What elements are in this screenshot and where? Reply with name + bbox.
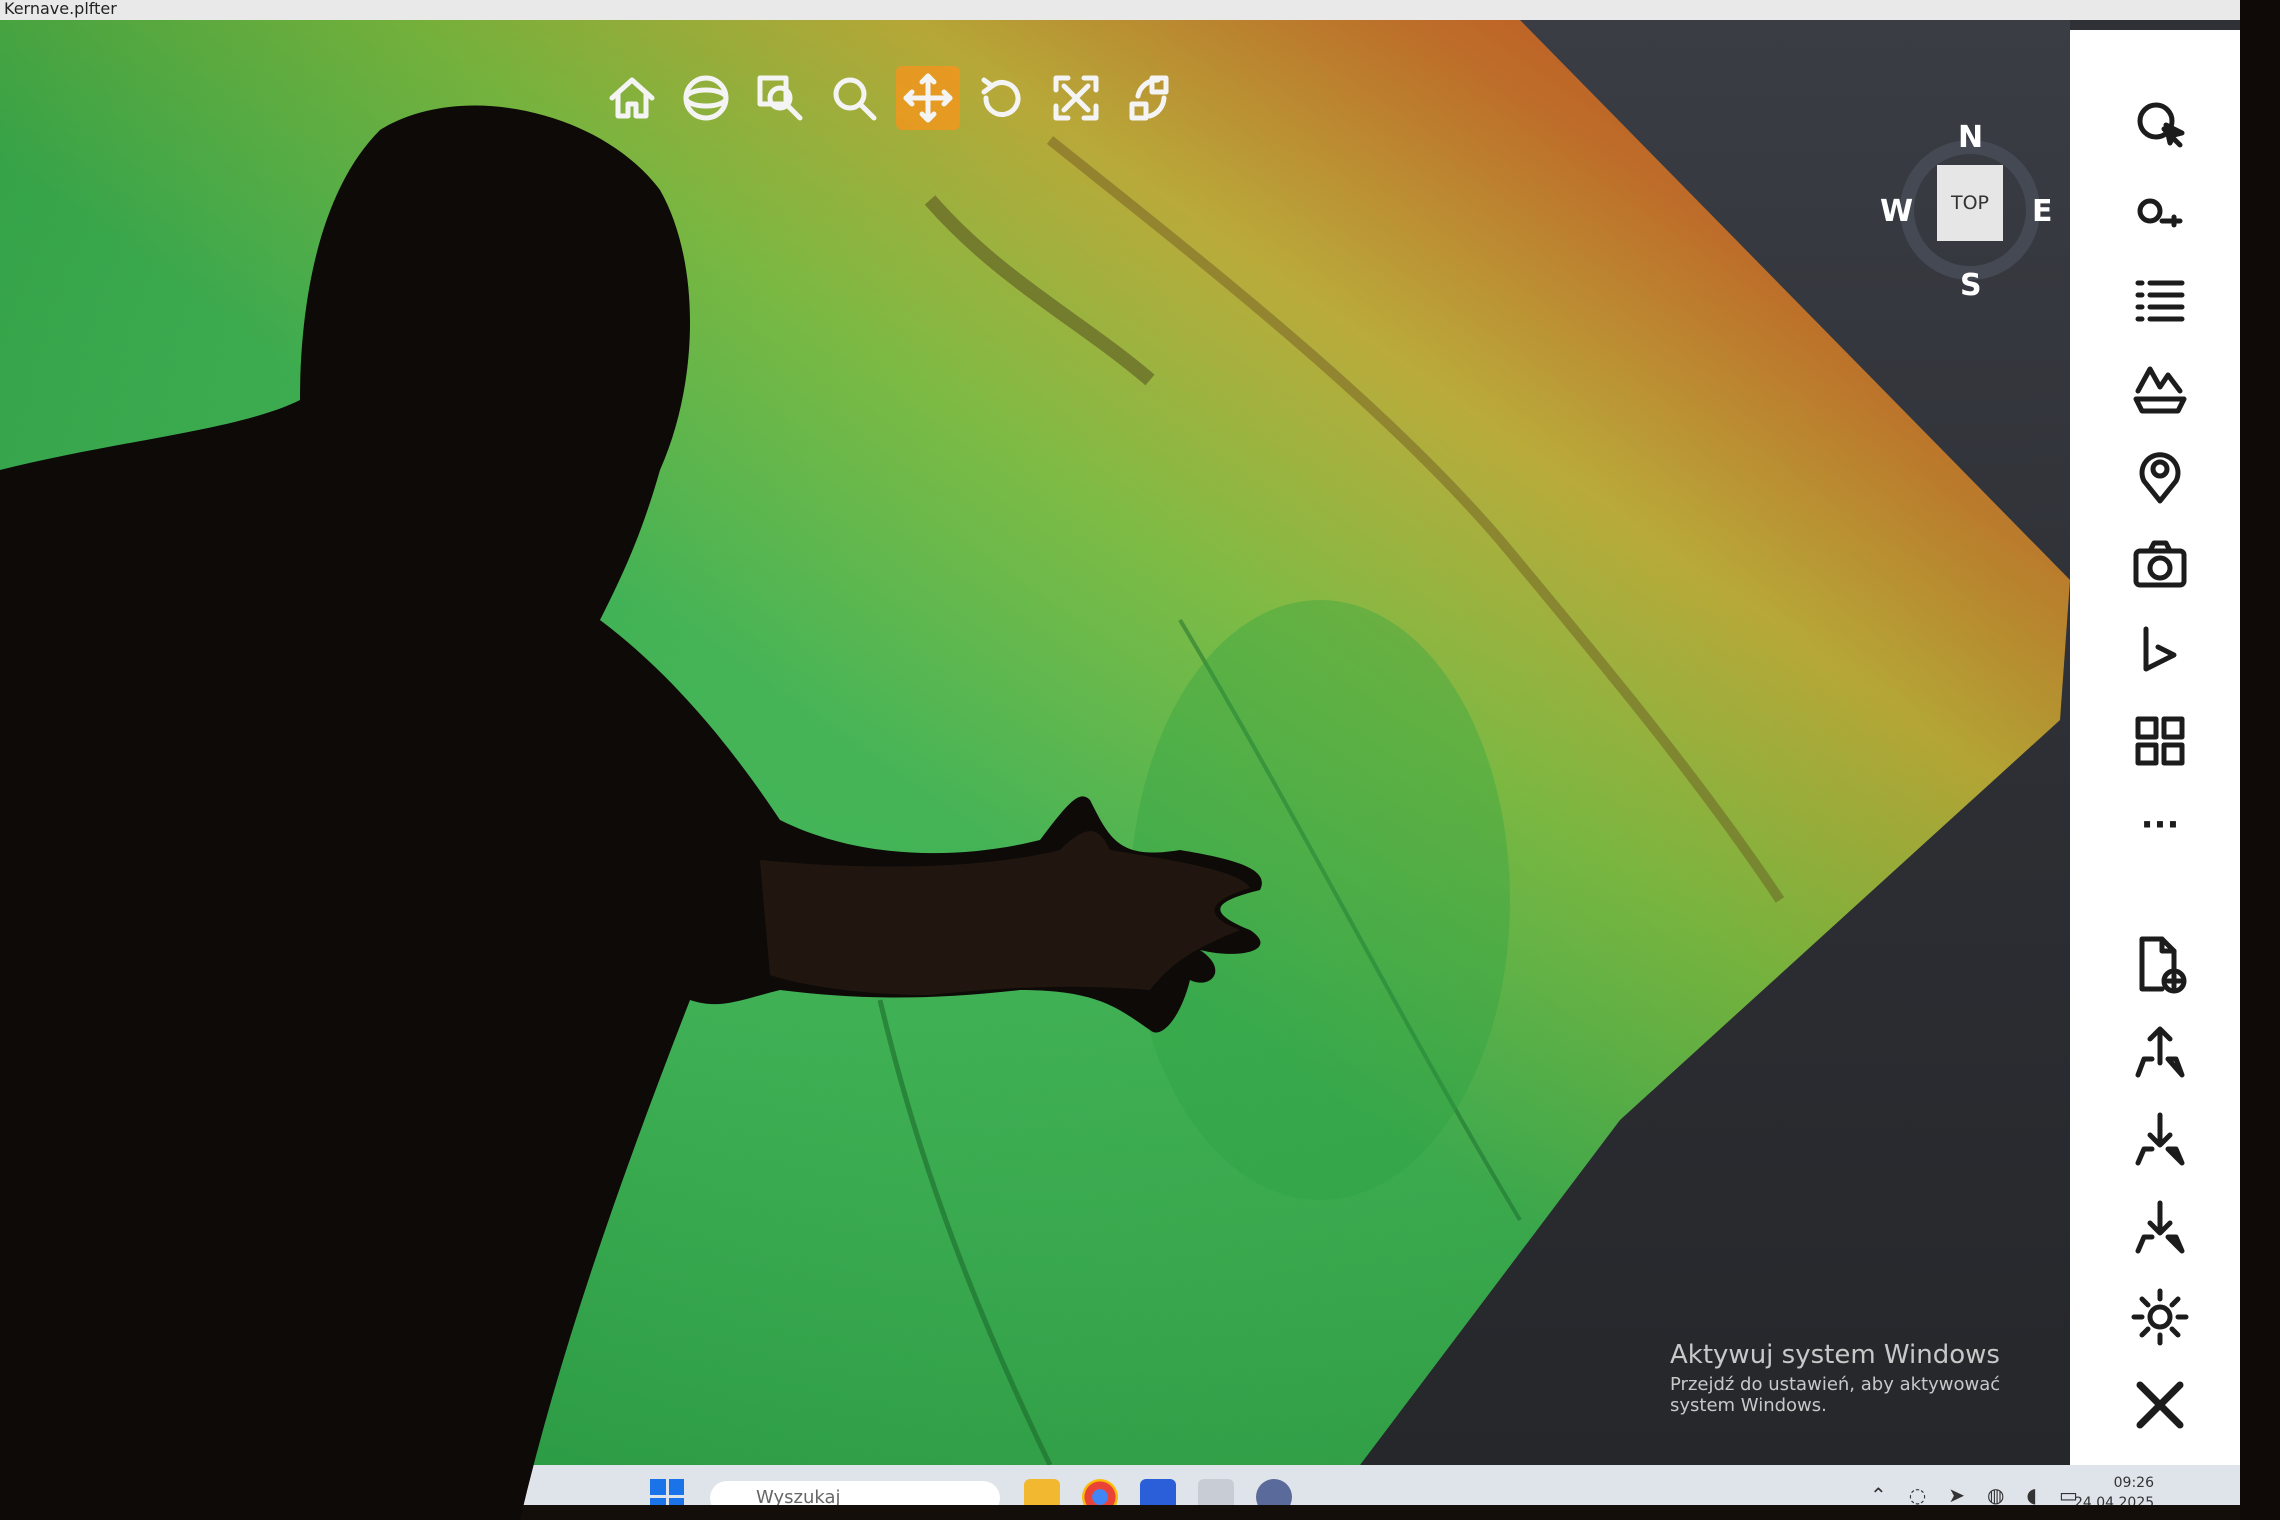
bing-maps-button[interactable] — [2125, 618, 2195, 688]
taskbar-search[interactable]: Wyszukaj — [710, 1481, 1000, 1505]
rotate-button[interactable] — [970, 66, 1034, 130]
clock-date: 24.04.2025 — [2074, 1495, 2155, 1505]
fit-all-button[interactable] — [1044, 66, 1108, 130]
home-icon — [609, 77, 655, 119]
globe-icon[interactable]: ◍ — [1987, 1483, 2004, 1505]
system-tray: ⌃ ◌ ➤ ◍ ◖ ▭ — [1870, 1483, 2078, 1505]
photo-frame: Kernave.plfter TOP N S E W Aktywuj syste… — [0, 0, 2280, 1520]
monitor-screen: Kernave.plfter TOP N S E W Aktywuj syste… — [0, 0, 2240, 1505]
export-icon — [2135, 1200, 2185, 1254]
terrain-button[interactable] — [2125, 354, 2195, 424]
pan-icon — [903, 73, 953, 123]
query-button[interactable] — [2125, 90, 2195, 160]
compass-north[interactable]: N — [1958, 120, 1983, 155]
location-icon[interactable]: ➤ — [1948, 1483, 1965, 1505]
clock-time: 09:26 — [2113, 1475, 2154, 1491]
settings-icon — [2131, 1288, 2189, 1346]
measure-button[interactable] — [2125, 178, 2195, 248]
compass-south[interactable]: S — [1960, 268, 1982, 303]
settings-app-icon[interactable] — [1256, 1479, 1292, 1505]
fit-all-icon — [1053, 75, 1099, 121]
network-icon[interactable]: ◌ — [1909, 1483, 1926, 1505]
grid-view-button[interactable] — [2125, 706, 2195, 776]
settings-button[interactable] — [2125, 1282, 2195, 1352]
upload-icon — [2135, 1026, 2185, 1078]
locate-icon — [2139, 452, 2181, 504]
zoom-button[interactable] — [822, 66, 886, 130]
compass-west[interactable]: W — [1880, 194, 1913, 229]
grid-icon — [2135, 716, 2185, 766]
select-button[interactable] — [1118, 66, 1182, 130]
close-app-button[interactable] — [2125, 1370, 2195, 1440]
download-button[interactable] — [2125, 1106, 2195, 1176]
locate-button[interactable] — [2125, 442, 2195, 512]
terrain-field — [1130, 600, 1510, 1200]
chevron-up-icon[interactable]: ⌃ — [1870, 1483, 1887, 1505]
activation-watermark: Aktywuj system Windows Przejdź do ustawi… — [1670, 1340, 2070, 1416]
orbit-icon — [683, 75, 729, 121]
view-cube-compass[interactable]: TOP N S E W — [1880, 120, 2060, 303]
new-file-button[interactable] — [2125, 930, 2195, 1000]
volume-icon[interactable]: ◖ — [2026, 1483, 2037, 1505]
view-cube-top[interactable]: TOP — [1937, 165, 2003, 241]
start-button[interactable] — [650, 1479, 684, 1505]
compass-east[interactable]: E — [2032, 194, 2053, 229]
watermark-subtitle: Przejdź do ustawień, aby aktywować syste… — [1670, 1374, 2001, 1416]
orbit-button[interactable] — [674, 66, 738, 130]
file-explorer-icon[interactable] — [1024, 1479, 1060, 1505]
new-file-icon — [2139, 936, 2187, 994]
zoom-window-icon — [757, 75, 803, 121]
terrain-icon — [2133, 366, 2187, 414]
watermark-title: Aktywuj system Windows — [1670, 1340, 2000, 1370]
rotate-icon — [981, 77, 1021, 117]
export-button[interactable] — [2125, 1194, 2195, 1264]
upload-button[interactable] — [2125, 1018, 2195, 1088]
layers-list-icon — [2135, 280, 2185, 322]
zoom-icon — [833, 77, 877, 121]
windows-taskbar: Wyszukaj ⌃ ◌ ➤ ◍ ◖ ▭ 09:26 24.04.2025 — [0, 1465, 2240, 1505]
layers-list-button[interactable] — [2125, 266, 2195, 336]
close-icon — [2136, 1381, 2184, 1429]
right-toolbar: ··· — [2070, 30, 2240, 1470]
home-button[interactable] — [600, 66, 664, 130]
terrain-map[interactable] — [0, 20, 2070, 1465]
map-viewport[interactable]: TOP N S E W Aktywuj system Windows Przej… — [0, 20, 2070, 1465]
title-bar: Kernave.plfter — [0, 0, 2240, 20]
select-icon — [1129, 75, 1169, 121]
download-icon — [2135, 1112, 2185, 1166]
terrain-shading — [0, 20, 2070, 1465]
pan-button[interactable] — [896, 66, 960, 130]
more-button[interactable]: ··· — [2125, 790, 2195, 860]
taskbar-clock[interactable]: 09:26 24.04.2025 — [2074, 1473, 2154, 1505]
query-icon — [2137, 102, 2185, 148]
screenshot-button[interactable] — [2125, 530, 2195, 600]
terrain-app-icon[interactable] — [1198, 1479, 1234, 1505]
view-toolbar — [600, 66, 1182, 130]
camera-icon — [2133, 540, 2187, 588]
measure-icon — [2137, 198, 2183, 228]
window-title: Kernave.plfter — [4, 0, 117, 18]
app-icon[interactable] — [1140, 1479, 1176, 1505]
bing-icon — [2143, 626, 2177, 672]
zoom-window-button[interactable] — [748, 66, 812, 130]
chrome-icon[interactable] — [1082, 1479, 1118, 1505]
monitor-bezel — [2240, 0, 2280, 1520]
